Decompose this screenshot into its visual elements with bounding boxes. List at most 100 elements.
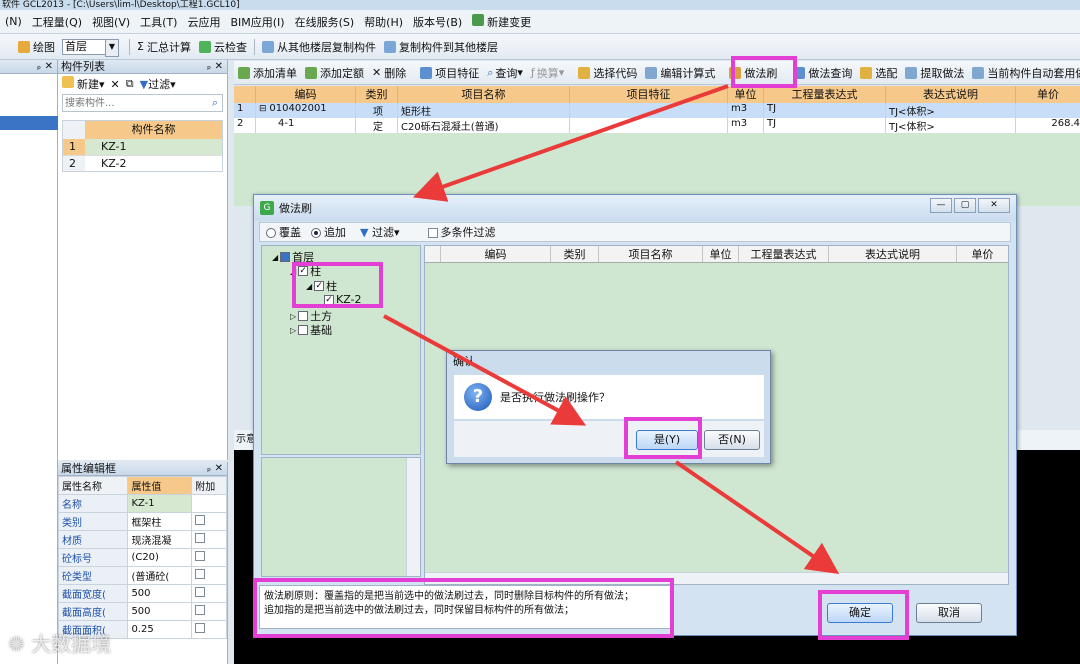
property-row[interactable]: 名称 KZ-1 [57, 494, 227, 513]
match-button[interactable]: 选配 [856, 65, 901, 81]
component-list-header: 构件列表 ₚ ✕ [58, 60, 227, 74]
menu-view[interactable]: 视图(V) [87, 14, 135, 30]
maximize-button[interactable]: ▢ [954, 198, 976, 213]
highlight-note [253, 578, 674, 638]
cloud-check-button[interactable]: 云检查 [195, 39, 251, 55]
add-icon [238, 66, 250, 79]
no-button[interactable]: 否(N) [704, 430, 760, 450]
checkbox[interactable] [298, 325, 309, 335]
checkbox[interactable] [195, 551, 206, 561]
collapse-icon[interactable]: ⊟ [259, 104, 269, 114]
copy-to-floor-button[interactable]: 复制构件到其他楼层 [380, 39, 502, 55]
menu-tools[interactable]: 工具(T) [135, 14, 182, 30]
floor-select[interactable]: 首层 [62, 38, 119, 57]
app-icon: G [260, 201, 274, 215]
menu-new-change[interactable]: 新建变更 [467, 13, 536, 30]
select-code-button[interactable]: 选择代码 [574, 65, 641, 81]
copy-icon[interactable]: ⧉ [126, 77, 134, 91]
vertical-scrollbar[interactable] [406, 458, 420, 576]
minimize-button[interactable]: — [930, 198, 952, 213]
property-row[interactable]: 材质 现浇混凝 [57, 530, 227, 549]
checkbox[interactable] [195, 587, 206, 597]
tree-node-foundation[interactable]: ▷ 基础 [290, 322, 332, 338]
draw-icon [18, 40, 30, 53]
copy-icon [261, 40, 274, 53]
new-component-button[interactable]: 新建▾ [62, 76, 105, 92]
checkbox[interactable] [298, 311, 309, 321]
table-row[interactable]: 2 4-1 定 C20砾石混凝土(普通) m3 TJ TJ<体积> 268.4 [234, 118, 1080, 133]
add-icon [305, 66, 317, 79]
menu-bar: (N) 工程量(Q) 视图(V) 工具(T) 云应用 BIM应用(I) 在线服务… [0, 10, 1080, 34]
highlight-tree-selection [292, 262, 383, 308]
menu-version[interactable]: 版本号(B) [408, 14, 467, 30]
nav-selected-item[interactable] [0, 116, 58, 130]
add-quota-button[interactable]: 添加定额 [301, 65, 368, 81]
checkbox[interactable] [195, 533, 206, 543]
new-icon [62, 76, 74, 88]
confirm-body: ? 是否执行做法刷操作？ [454, 375, 764, 419]
filter-button[interactable]: ▼过滤▾ [140, 76, 176, 92]
sum-calc-button[interactable]: Σ 汇总计算 [133, 39, 195, 55]
property-row[interactable]: 砼标号 (C20) [57, 548, 227, 567]
method-table: 编码 类别 项目名称 项目特征 单位 工程量表达式 表达式说明 单价 1 ⊟ 0… [234, 86, 1080, 206]
checkbox[interactable] [195, 605, 206, 615]
document-icon [472, 13, 485, 26]
menu-quantity[interactable]: 工程量(Q) [27, 14, 87, 30]
partial-checkbox[interactable] [280, 252, 291, 262]
auto-icon [972, 66, 985, 79]
edit-formula-button[interactable]: 编辑计算式 [641, 65, 719, 81]
checkbox[interactable] [195, 623, 206, 633]
component-search-input[interactable] [63, 95, 193, 111]
menu-cloud[interactable]: 云应用 [182, 14, 225, 30]
delete-button[interactable]: ✕ 删除 [368, 65, 410, 81]
component-grid-header: 构件名称 [63, 121, 222, 139]
append-option[interactable]: 追加 [305, 224, 346, 240]
dialog-filter-button[interactable]: ▼ 过滤▾ [360, 224, 400, 240]
menu-n[interactable]: (N) [0, 15, 27, 28]
copy-from-floor-button[interactable]: 从其他楼层复制构件 [258, 39, 380, 55]
close-icon[interactable]: ✕ [215, 60, 223, 74]
checkbox[interactable] [195, 569, 206, 579]
property-row[interactable]: 截面宽度(500 [57, 584, 227, 603]
method-table-header: 编码 类别 项目名称 项目特征 单位 工程量表达式 表达式说明 单价 [234, 86, 1080, 103]
code-icon [578, 66, 591, 79]
multi-filter-option[interactable]: 多条件过滤 [427, 224, 496, 240]
menu-help[interactable]: 帮助(H) [359, 14, 408, 30]
highlight-brush-button [731, 56, 797, 88]
convert-icon: ƒ [530, 66, 535, 79]
checkbox[interactable] [195, 515, 206, 525]
add-list-button[interactable]: 添加清单 [234, 65, 301, 81]
property-row[interactable]: 截面高度(500 [57, 602, 227, 621]
highlight-yes-button [624, 417, 702, 459]
auto-apply-button[interactable]: 当前构件自动套用做法 [968, 65, 1080, 81]
filter-icon: ▼ [360, 226, 372, 239]
method-query-button[interactable]: 做法查询 [789, 65, 856, 81]
table-row[interactable]: 1 ⊟ 010402001 项 矩形柱 m3 TJ TJ<体积> [234, 103, 1080, 118]
component-row[interactable]: 2 KZ-2 [63, 155, 222, 171]
pin-icon[interactable]: ₚ [207, 60, 211, 74]
match-icon [860, 66, 873, 79]
convert-button[interactable]: ƒ 换算 ▾ [527, 65, 568, 81]
property-row[interactable]: 类别 框架柱 [57, 512, 227, 531]
component-row[interactable]: 1 KZ-1 [63, 139, 222, 155]
item-feature-button[interactable]: 项目特征 [416, 65, 483, 81]
delete-icon: ✕ [372, 66, 382, 79]
property-panel-header: 属性编辑框 ₚ ✕ [58, 462, 227, 476]
nav-panel-header: ₚ ✕ [0, 60, 57, 74]
search-icon: ⌕ [487, 65, 494, 79]
draw-button[interactable]: 绘图 [0, 39, 59, 55]
menu-bim[interactable]: BIM应用(I) [225, 14, 289, 30]
property-row[interactable]: 砼类型 (普通砼( [57, 566, 227, 585]
search-icon[interactable]: ⌕ [212, 96, 218, 110]
component-list-panel: 构件列表ₚ✕ 新建▾ ✕ ⧉ ▼过滤▾ ⌕ 构件名称 1KZ-1 2KZ-2 [58, 60, 228, 460]
overwrite-option[interactable]: 覆盖 [260, 224, 301, 240]
confirm-title: 确认 [453, 355, 475, 368]
query-button[interactable]: ⌕ 查询 ▾ [483, 65, 527, 81]
radio-icon [266, 228, 276, 238]
menu-online[interactable]: 在线服务(S) [290, 14, 360, 30]
close-button[interactable]: ✕ [978, 198, 1010, 213]
component-search[interactable]: ⌕ [62, 94, 223, 112]
cancel-button[interactable]: 取消 [916, 603, 982, 623]
delete-icon[interactable]: ✕ [111, 78, 120, 91]
extract-method-button[interactable]: 提取做法 [901, 65, 968, 81]
